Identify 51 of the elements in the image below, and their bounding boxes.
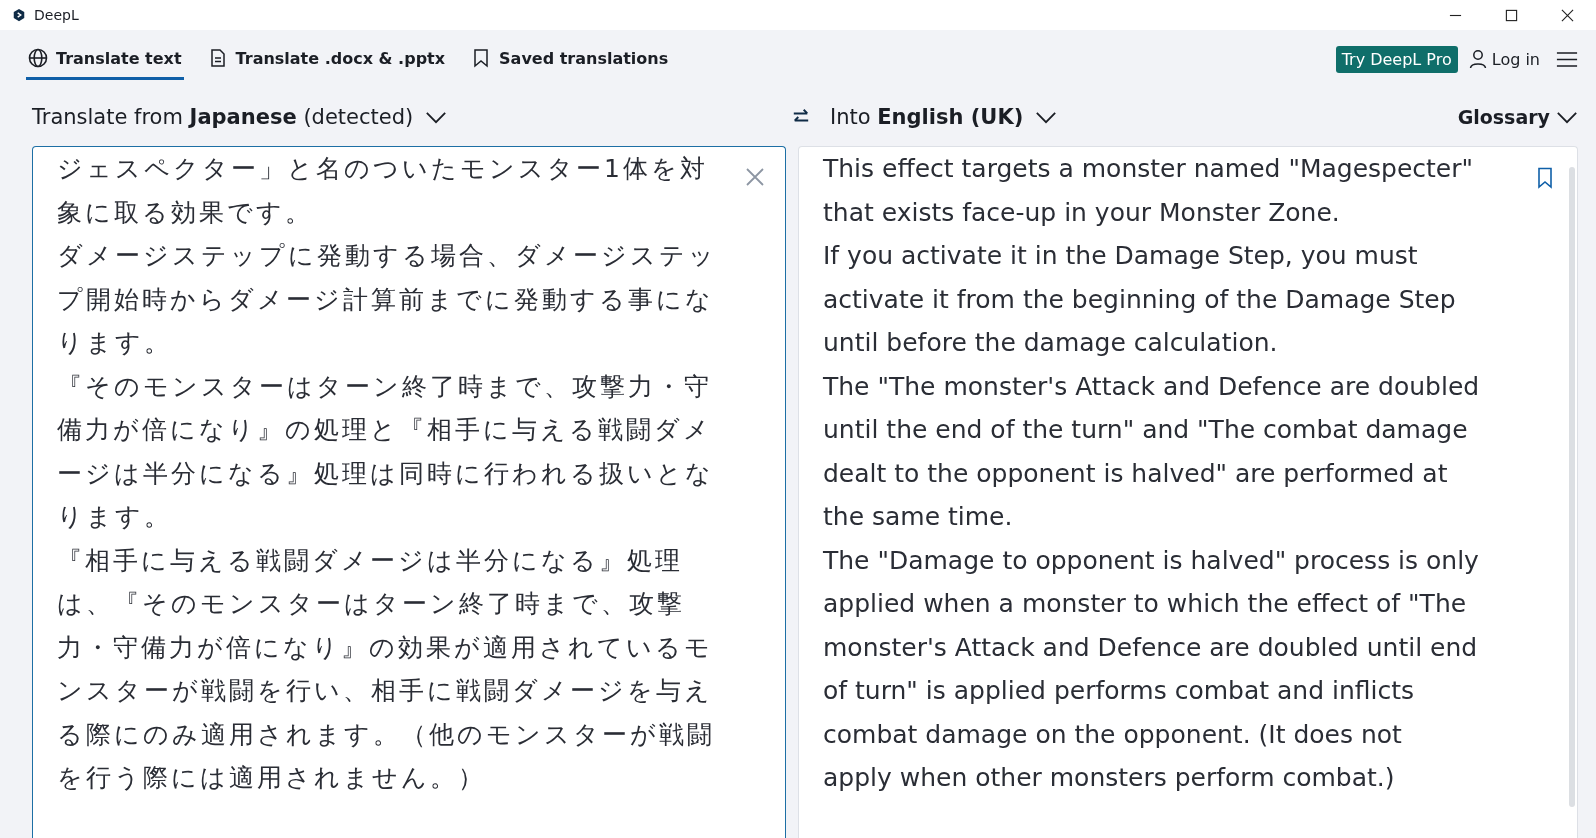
tab[interactable]: Translate .docx & .pptx (205, 38, 448, 80)
translation-text-line: monster's Attack and Defence are doubled until end (823, 631, 1478, 664)
translation-text-line: The "Damage to opponent is halved" process is only (823, 544, 1479, 577)
bookmark-icon[interactable] (1537, 167, 1553, 189)
translation-text-line: until before the damage calculation. (823, 327, 1278, 359)
source-text-line: ります。 (57, 501, 172, 533)
translation-text-line: that exists face-up in your Monster Zone. (823, 196, 1340, 229)
try-pro-button[interactable]: Try DeepL Pro (1335, 45, 1458, 73)
logo-icon (12, 8, 26, 22)
source-text-line: は、『そのモンスターはターン終了時まで、攻撃 (57, 588, 685, 620)
source-text-line: ダメージステップに発動する場合、ダメージステッ (57, 240, 717, 272)
glossary-dropdown[interactable]: Glossary (1457, 106, 1578, 128)
source-text-line: を行う際には適用されません。） (57, 762, 486, 794)
translation-text-line: This effect targets a monster named "Magespecter" (823, 153, 1474, 185)
source-text-line: ージは半分になる』処理は同時に行われる扱いとな (57, 457, 714, 490)
translation-text-line: the same time. (823, 501, 1013, 533)
maximize-icon[interactable] (1505, 8, 1518, 22)
translation-text-line: until the end of the turn" and "The combat damage (823, 414, 1468, 446)
clear-icon[interactable] (745, 167, 765, 187)
user-icon (1467, 49, 1488, 69)
menu-icon[interactable] (1556, 50, 1578, 68)
translation-text-line: The "The monster's Attack and Defence are doubled (823, 370, 1480, 403)
translation-text-line: applied when a monster to which the effect of "The (823, 588, 1467, 620)
source-text-line: 象に取る効果です。 (57, 196, 313, 229)
source-text-line: る際にのみ適用されます。（他のモンスターが戦闘 (57, 718, 715, 751)
source-text-line: ンスターが戦闘を行い、相手に戦闘ダメージを与え (57, 675, 713, 707)
source-language-dropdown[interactable]: Translate from Japanese (detected) (32, 105, 448, 129)
target-language-dropdown[interactable]: Into English (UK) (830, 105, 1058, 129)
source-text-line: 『そのモンスターはターン終了時まで、攻撃力・守 (57, 370, 712, 403)
tab[interactable]: Saved translations (469, 38, 671, 80)
translation-text-line: of turn" is applied performs combat and inflicts (823, 675, 1415, 707)
source-text-line: ジェスペクター」と名のついたモンスター1体を対 (57, 153, 708, 185)
close-icon[interactable] (1561, 8, 1574, 22)
translation-text-line: combat damage on the opponent. (It does not (823, 718, 1402, 751)
translation-text-line: activate it from the beginning of the Damage Step (823, 283, 1456, 316)
globe-icon (28, 48, 48, 68)
chevron-down-icon (1556, 110, 1578, 124)
source-text-line: 『相手に与える戦闘ダメージは半分になる』処理 (57, 544, 683, 577)
translation-text-line: If you activate it in the Damage Step, you must (823, 240, 1418, 272)
source-text-line: プ開始時からダメージ計算前までに発動する事にな (57, 283, 714, 316)
translation-text-line: apply when other monsters perform combat.) (823, 762, 1395, 794)
translation-text-line: dealt to the opponent is halved" are performed at (823, 457, 1448, 490)
tab[interactable]: Translate text (26, 38, 184, 80)
login-button[interactable]: Log in (1465, 47, 1542, 71)
chevron-down-icon (1035, 110, 1058, 124)
source-text-line: 力・守備力が倍になり』の効果が適用されているモ (57, 631, 713, 664)
window-title: DeepL (34, 7, 79, 23)
source-text-line: 備力が倍になり』の処理と『相手に与える戦闘ダメ (57, 414, 712, 446)
source-text-area[interactable] (32, 146, 786, 838)
chevron-down-icon (425, 110, 448, 124)
source-text-line: ります。 (57, 327, 172, 359)
